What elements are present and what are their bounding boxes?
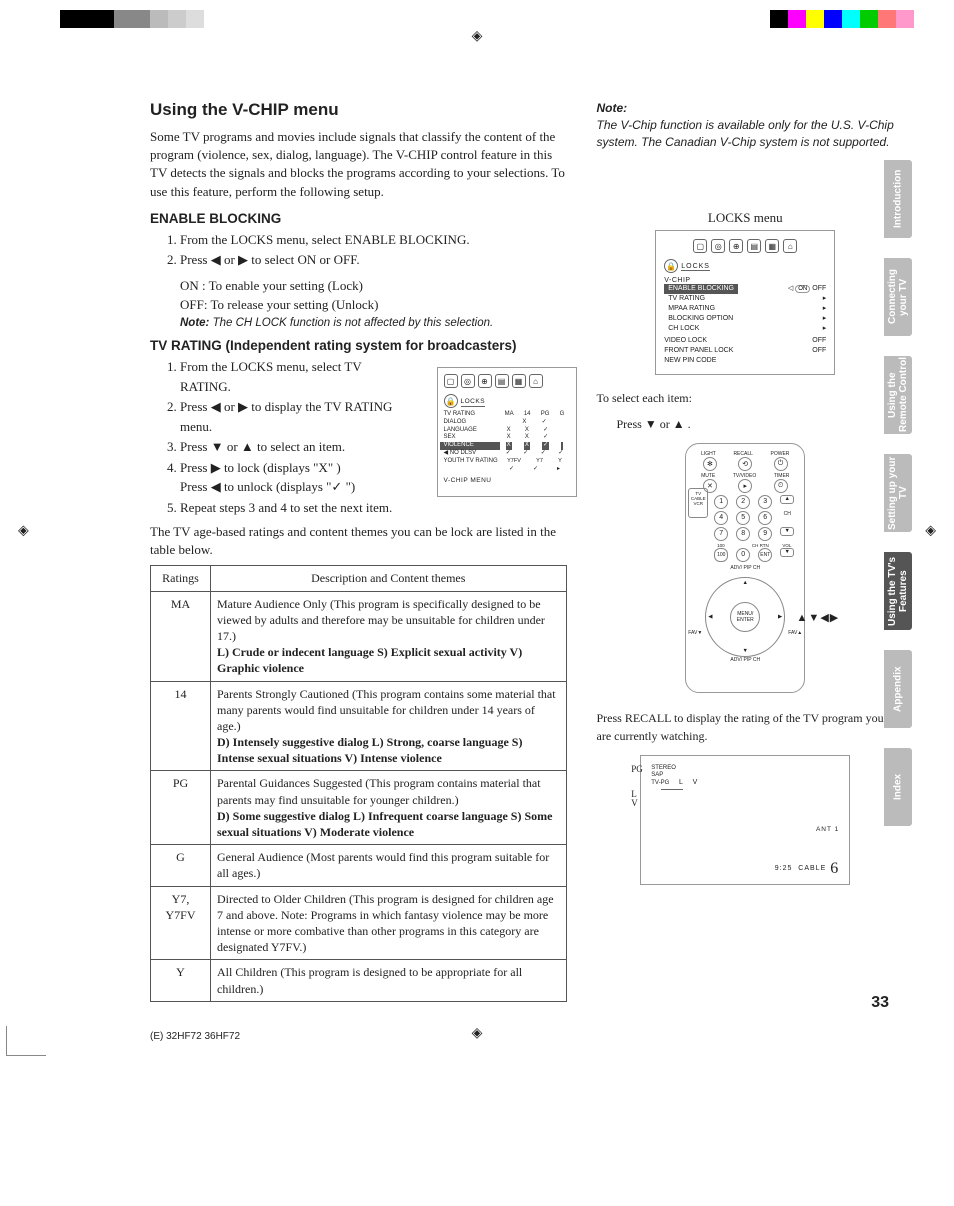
- page-title: Using the V-CHIP menu: [150, 100, 567, 120]
- arrows-hint: ▲▼◀▶: [797, 611, 840, 624]
- footer-model-code: (E) 32HF72 36HF72: [150, 1031, 240, 1042]
- eb-off-line: OFF: To release your setting (Unlock): [150, 295, 567, 315]
- recall-text: Press RECALL to display the rating of th…: [597, 709, 895, 745]
- tv-screen-osd: PGSTEREOSAPTV-PG L V L V ANT 1 9:25 CABL…: [640, 755, 850, 885]
- table-row: Y7, Y7FVDirected to Older Children (This…: [151, 886, 567, 960]
- locks-menu-title: LOCKS menu: [597, 210, 895, 226]
- osd-icon: ▦: [765, 239, 779, 253]
- osd-icon: ⊕: [729, 239, 743, 253]
- crop-mark: [6, 1026, 46, 1056]
- registration-mark-bottom: ◈: [472, 1025, 483, 1042]
- tv-rating-heading: TV RATING (Independent rating system for…: [150, 338, 567, 353]
- section-tab: Using the Remote Control: [884, 356, 912, 434]
- eb-on-line: ON : To enable your setting (Lock): [150, 276, 567, 296]
- osd-icon: ⊕: [478, 374, 492, 388]
- osd-icon: ◎: [461, 374, 475, 388]
- lock-icon: 🔒: [444, 394, 458, 408]
- osd-icon: ⌂: [783, 239, 797, 253]
- section-tab: Introduction: [884, 160, 912, 238]
- osd-icon: ◎: [711, 239, 725, 253]
- intro-paragraph: Some TV programs and movies include sign…: [150, 128, 567, 201]
- osd-icon: ⌂: [529, 374, 543, 388]
- tr-step-5: Repeat steps 3 and 4 to set the next ite…: [180, 498, 400, 518]
- registration-mark-top: ◈: [472, 28, 483, 45]
- tr-step-2: Press ◀ or ▶ to display the TV RATING me…: [180, 397, 400, 436]
- osd-icon: ▤: [495, 374, 509, 388]
- tr-step-4: Press ▶ to lock (displays "X" ) Press ◀ …: [180, 458, 400, 497]
- remote-control-diagram: LIGHTRECALLPOWER ✻⟲⏻ MUTETV/VIDEOTIMER ✕…: [685, 443, 805, 693]
- tr-step-3: Press ▼ or ▲ to select an item.: [180, 437, 400, 457]
- eb-note: Note: The CH LOCK function is not affect…: [150, 315, 567, 332]
- eb-step-1: From the LOCKS menu, select ENABLE BLOCK…: [180, 230, 567, 250]
- enable-blocking-heading: ENABLE BLOCKING: [150, 211, 567, 226]
- registration-mark-left: ◈: [18, 522, 29, 539]
- table-row: GGeneral Audience (Most parents would fi…: [151, 845, 567, 886]
- eb-step-2: Press ◀ or ▶ to select ON or OFF.: [180, 250, 567, 270]
- osd-icon: ▦: [512, 374, 526, 388]
- table-row: MAMature Audience Only (This program is …: [151, 591, 567, 681]
- note-block: Note: The V-Chip function is available o…: [597, 100, 895, 150]
- osd-icon: ▢: [693, 239, 707, 253]
- press-ud-text: Press ▼ or ▲ .: [597, 415, 895, 433]
- section-tab: Index: [884, 748, 912, 826]
- table-row: PGParental Guidances Suggested (This pro…: [151, 771, 567, 845]
- locks-menu-osd: ▢◎⊕▤▦⌂ 🔒LOCKS V-CHIP ENABLE BLOCKING ◁ON…: [655, 230, 835, 374]
- select-each-text: To select each item:: [597, 389, 895, 407]
- osd-icon: ▢: [444, 374, 458, 388]
- table-row: 14Parents Strongly Cautioned (This progr…: [151, 681, 567, 771]
- osd-icon: ▤: [747, 239, 761, 253]
- tr-step-1: From the LOCKS menu, select TV RATING.: [180, 357, 400, 396]
- registration-mark-right: ◈: [925, 522, 936, 539]
- section-tab: Connecting your TV: [884, 258, 912, 336]
- ratings-table: RatingsDescription and Content themes MA…: [150, 565, 567, 1001]
- tv-rating-osd: ▢◎⊕▤▦⌂ 🔒LOCKS TV RATINGMA14PGG DIALOGX✓ …: [437, 367, 577, 497]
- table-row: YAll Children (This program is designed …: [151, 960, 567, 1001]
- after-steps-text: The TV age-based ratings and content the…: [150, 523, 567, 559]
- page-number: 33: [871, 994, 889, 1012]
- lock-icon: 🔒: [664, 259, 678, 273]
